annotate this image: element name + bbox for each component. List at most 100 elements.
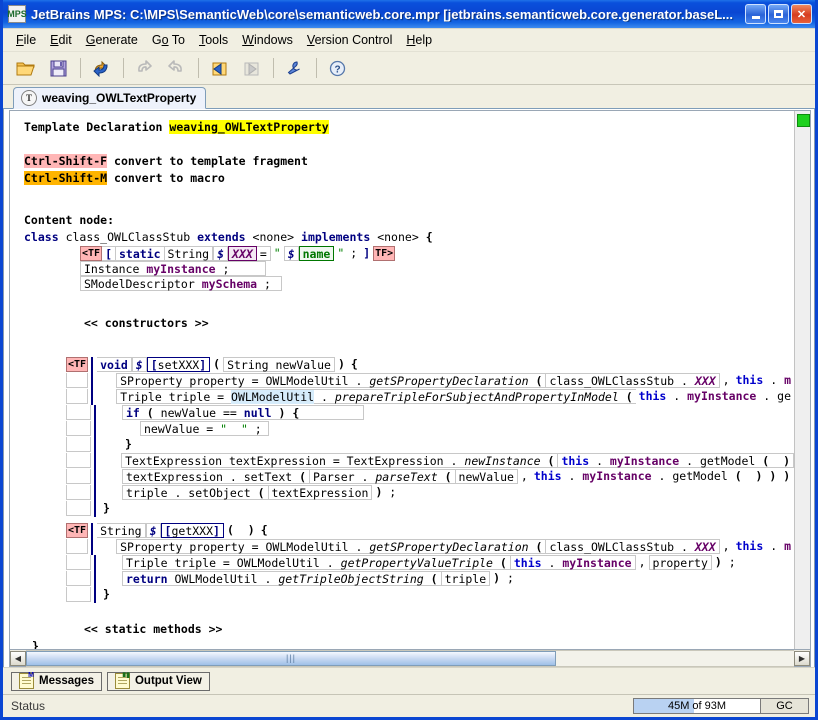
static-methods-label: << static methods >> <box>84 622 223 636</box>
template-name[interactable]: weaving_OWLTextProperty <box>169 120 329 134</box>
stmt4-arg2[interactable]: this . myInstance . getModel ( ) ) ) <box>531 469 793 484</box>
class-name[interactable]: class_OWLClassStub <box>66 230 191 244</box>
field-instance[interactable]: Instance myInstance ; <box>80 261 267 276</box>
close-button[interactable]: ✕ <box>791 4 812 24</box>
gstmt2-arg2[interactable]: property <box>648 555 712 570</box>
stmt3-arg1[interactable]: this . myInstance . getModel ( ) <box>557 453 794 468</box>
redo-icon[interactable] <box>161 55 191 81</box>
memory-indicator[interactable]: 45M of 93M GC <box>633 698 809 714</box>
implements-value[interactable]: <none> <box>377 230 419 244</box>
getter-macro-name[interactable]: [getXXX] <box>160 523 224 538</box>
save-icon[interactable] <box>43 55 73 81</box>
menu-windows[interactable]: Windows <box>235 31 300 49</box>
maximize-button[interactable] <box>768 4 789 24</box>
field-equals: = <box>256 246 271 261</box>
template-icon: T <box>21 90 37 106</box>
memory-bar[interactable]: 45M of 93M <box>633 698 761 714</box>
field-dollar-2[interactable]: $ <box>283 246 299 261</box>
error-marker-strip[interactable] <box>794 111 810 649</box>
gstmt1-arg1[interactable]: class_OWLClassStub . XXX <box>545 539 720 554</box>
setter-param[interactable]: String newValue <box>223 357 335 372</box>
menu-edit[interactable]: Edit <box>43 31 79 49</box>
stmt3-prefix[interactable]: TextExpression textExpression = TextExpr… <box>121 453 558 468</box>
class-declaration-line[interactable]: class class_OWLClassStub extends <none> … <box>10 229 794 246</box>
gc-button[interactable]: GC <box>761 698 809 714</box>
minimize-button[interactable] <box>745 4 766 24</box>
setter-paren-close: ) <box>337 357 345 371</box>
gstmt3-suffix: ) ; <box>493 571 514 585</box>
if-lhs[interactable]: newValue <box>161 406 216 420</box>
stmt2-arg1[interactable]: this . myInstance . ge <box>636 389 794 404</box>
gstmt3-arg[interactable]: triple <box>440 571 491 586</box>
stmt1-arg2[interactable]: this . m <box>733 373 794 388</box>
code-canvas[interactable]: Template Declaration weaving_OWLTextProp… <box>10 111 794 649</box>
field-dollar-1[interactable]: $ <box>213 246 229 261</box>
scroll-left-arrow[interactable]: ◀ <box>10 650 26 666</box>
content-node-label: Content node: <box>10 212 794 229</box>
tf-close-marker-field[interactable]: TF> <box>373 246 396 261</box>
getter-return-type[interactable]: String <box>97 523 146 538</box>
setter-macro-name[interactable]: [setXXX] <box>146 357 211 372</box>
undo-icon[interactable] <box>129 55 159 81</box>
forward-icon[interactable] <box>236 55 266 81</box>
field-instance-semi: ; <box>222 262 230 276</box>
tab-weaving-owltextproperty[interactable]: T weaving_OWLTextProperty <box>13 87 207 109</box>
stmt2-prefix[interactable]: Triple triple = OWLModelUtil . prepareTr… <box>116 389 636 404</box>
menu-generate[interactable]: Generate <box>79 31 145 49</box>
stmt4-parser[interactable]: Parser . parseText ( <box>309 469 455 484</box>
tf-gutter-cell <box>66 421 91 436</box>
open-project-icon[interactable] <box>11 55 41 81</box>
static-methods-section[interactable]: << static methods >> <box>10 621 794 638</box>
if-rhs[interactable]: null <box>244 406 272 420</box>
memory-label: 45M of 93M <box>667 700 727 712</box>
output-view-button[interactable]: ▮▮ Output View <box>106 671 210 691</box>
if-statement[interactable]: if ( newValue == null ) { <box>122 405 365 420</box>
menu-file[interactable]: File <box>9 31 43 49</box>
field-schema[interactable]: SModelDescriptor mySchema ; <box>80 276 282 291</box>
tf-open-marker-getter[interactable]: <TF <box>66 523 89 538</box>
getter-dollar[interactable]: $ <box>145 523 161 538</box>
getter-block-bar <box>91 587 100 603</box>
setter-block-bar <box>91 485 100 501</box>
gstmt1-prefix[interactable]: SProperty property = OWLModelUtil . getS… <box>116 539 546 554</box>
help-icon[interactable]: ? <box>322 55 352 81</box>
setter-block-bar <box>91 453 100 469</box>
menu-goto[interactable]: Go To <box>145 31 192 49</box>
gstmt2-comma: , <box>638 555 646 569</box>
stmt5-prefix[interactable]: triple . setObject ( <box>122 485 268 500</box>
stmt4-arg1[interactable]: newValue <box>454 469 518 484</box>
back-icon[interactable] <box>204 55 234 81</box>
field-macro-name[interactable]: XXX <box>228 246 257 261</box>
setter-dollar[interactable]: $ <box>131 357 147 372</box>
template-declaration-label: Template Declaration <box>24 120 163 134</box>
tf-open-marker-setter[interactable]: <TF <box>66 357 89 372</box>
scroll-thumb[interactable]: ||| <box>26 650 556 666</box>
extends-value[interactable]: <none> <box>253 230 295 244</box>
scroll-track[interactable]: ||| <box>26 649 794 667</box>
setter-brace-close: } <box>103 501 110 515</box>
stmt5-arg[interactable]: textExpression <box>267 485 373 500</box>
stmt4-comma: , <box>520 469 528 483</box>
refresh-icon[interactable] <box>86 55 116 81</box>
scroll-right-arrow[interactable]: ▶ <box>794 650 810 666</box>
gstmt2-prefix[interactable]: Triple triple = OWLModelUtil . getProper… <box>122 555 510 570</box>
menu-version-control[interactable]: Version Control <box>300 31 399 49</box>
gstmt2-arg1[interactable]: this . myInstance <box>509 555 636 570</box>
settings-wrench-icon[interactable] <box>279 55 309 81</box>
gstmt3-prefix[interactable]: return OWLModelUtil . getTripleObjectStr… <box>122 571 441 586</box>
menu-help[interactable]: Help <box>399 31 439 49</box>
menu-tools[interactable]: Tools <box>192 31 235 49</box>
if-body-assign[interactable]: newValue = " " ; <box>140 421 269 436</box>
stmt1-arg1[interactable]: class_OWLClassStub . XXX <box>545 373 720 388</box>
tf-open-marker-field[interactable]: <TF <box>80 246 103 261</box>
constructors-section[interactable]: << constructors >> <box>10 315 794 332</box>
editor-horizontal-scrollbar[interactable]: ◀ ||| ▶ <box>10 649 810 667</box>
field-type[interactable]: String <box>164 246 214 261</box>
stmt4-prefix[interactable]: textExpression . setText ( <box>122 469 310 484</box>
stmt1-prefix[interactable]: SProperty property = OWLModelUtil . getS… <box>116 373 546 388</box>
field-property-macro[interactable]: name <box>298 246 335 261</box>
gstmt1-arg2[interactable]: this . m <box>733 539 794 554</box>
keyword-if: if <box>126 406 140 420</box>
messages-button[interactable]: M Messages <box>11 671 102 691</box>
